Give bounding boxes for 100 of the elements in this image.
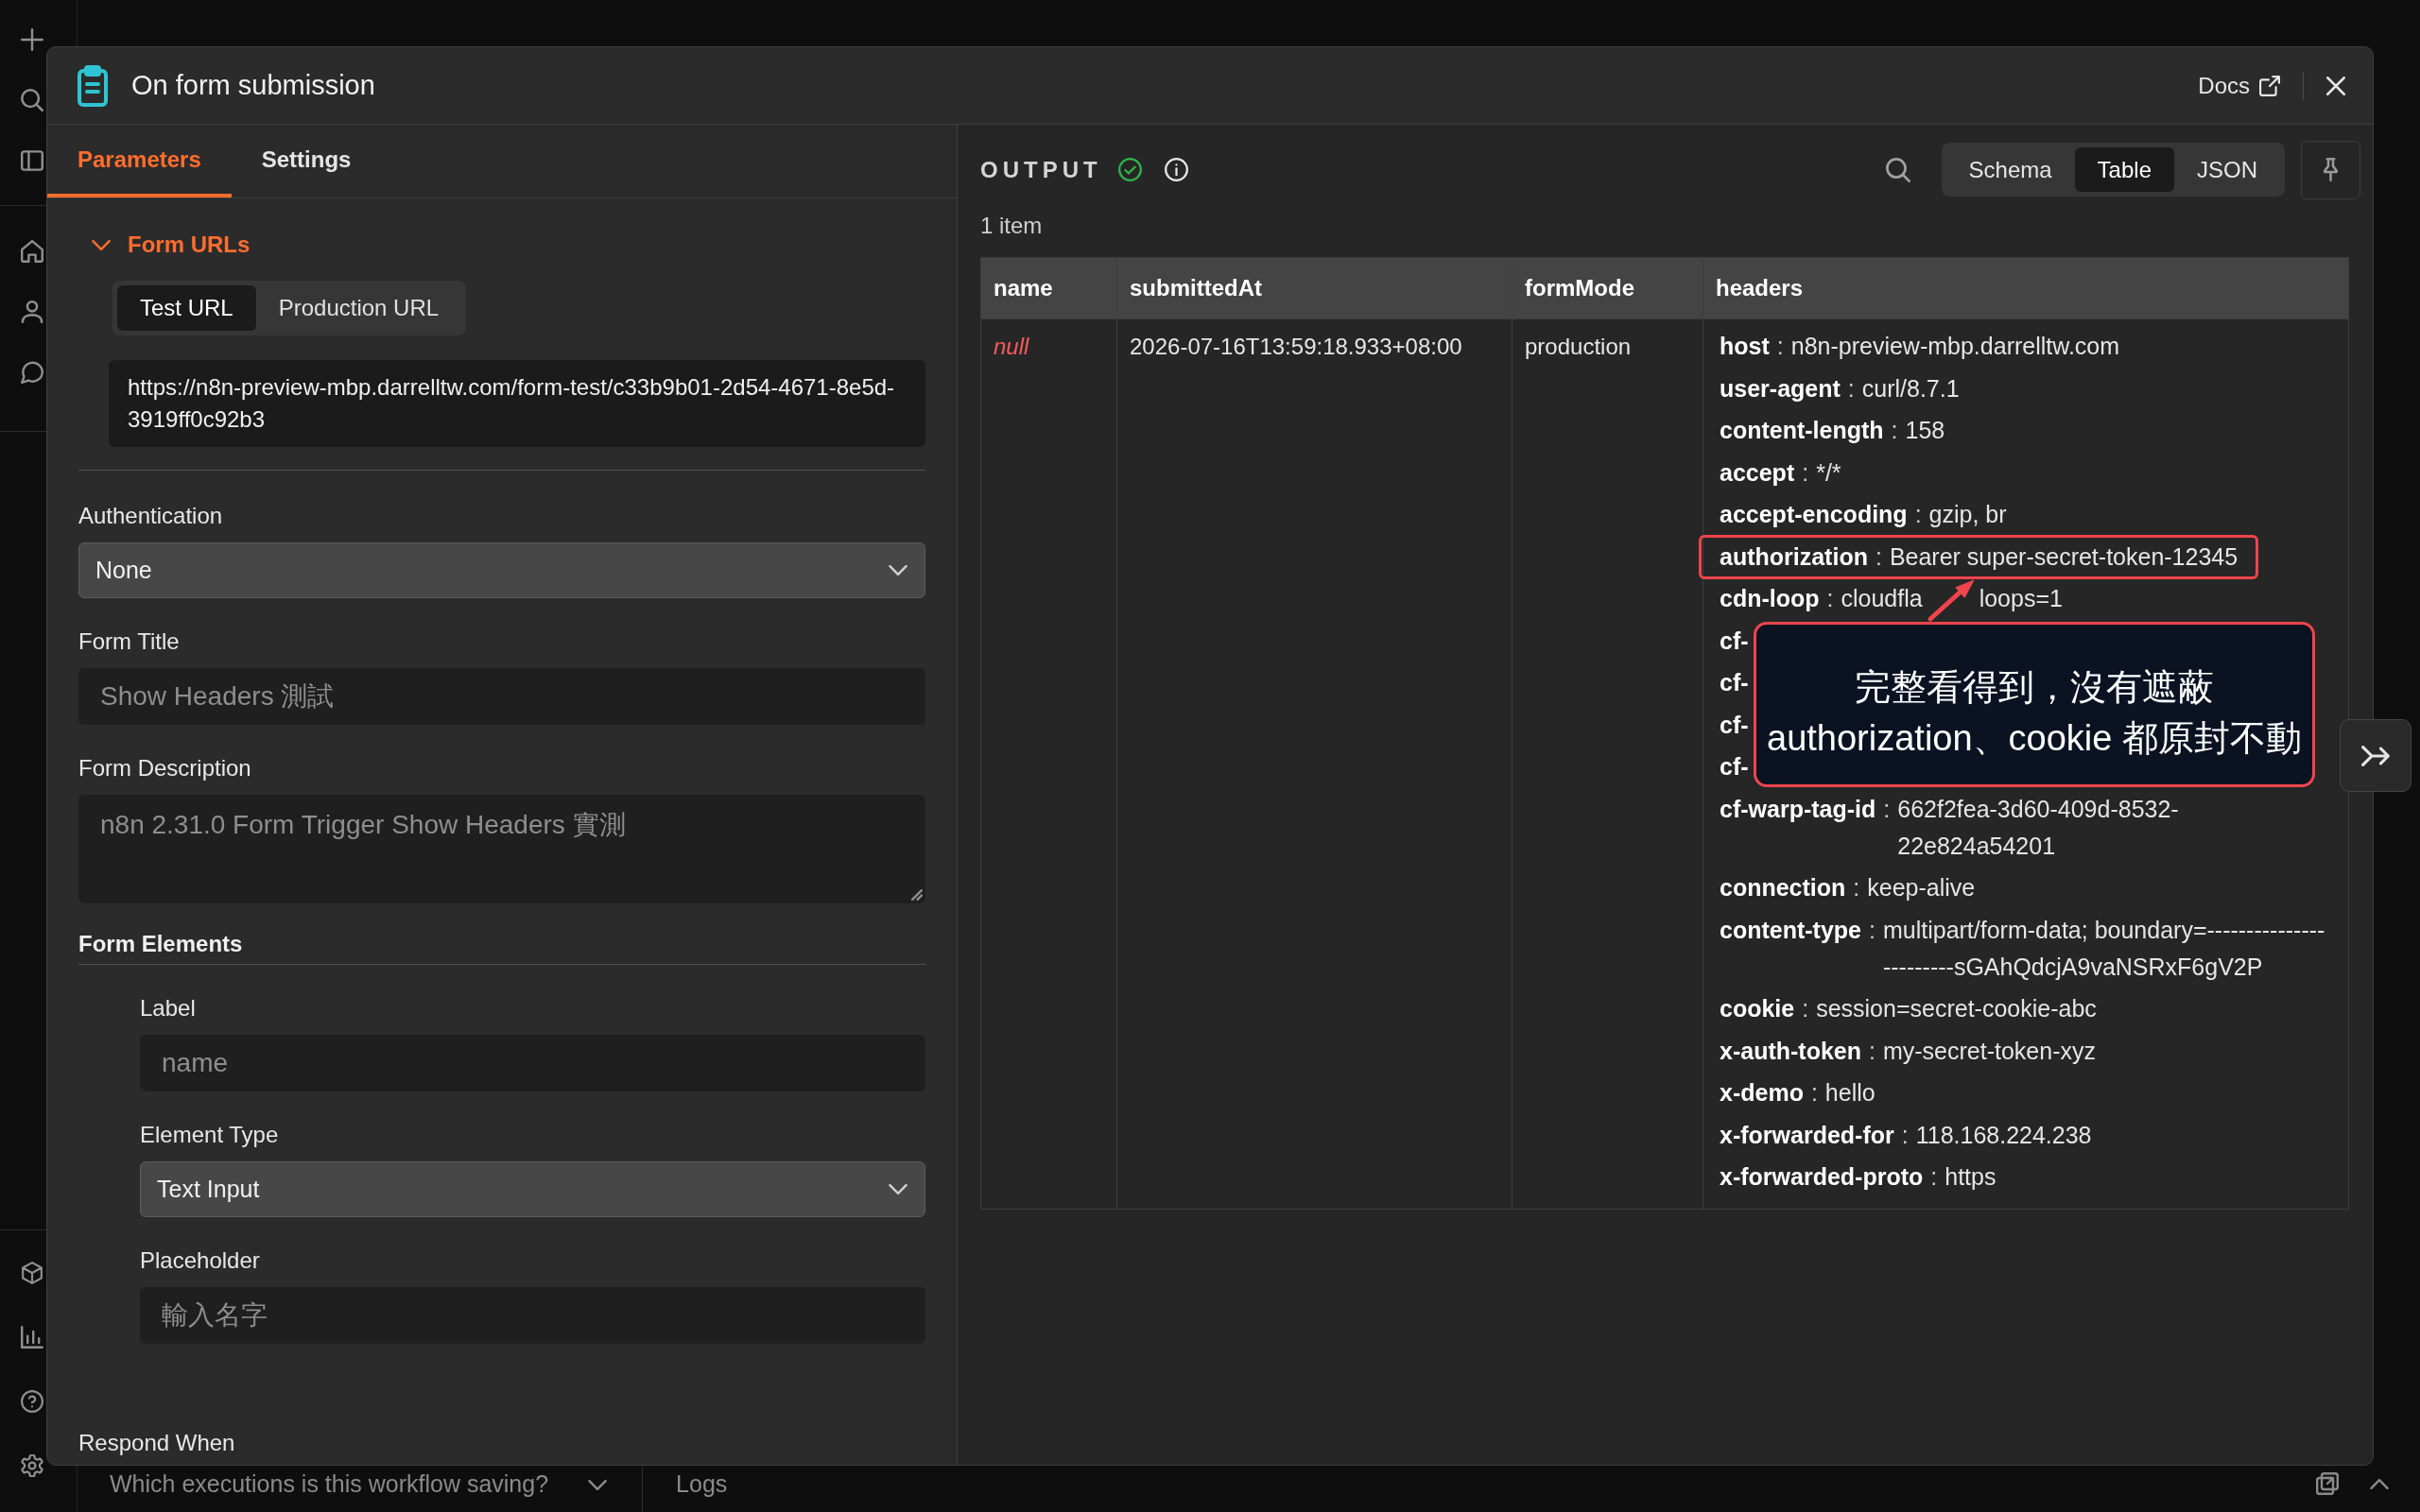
- text-field[interactable]: Show Headers 測試: [78, 668, 925, 725]
- clipboard-icon: [78, 64, 108, 107]
- bar-chart-icon[interactable]: [21, 1326, 43, 1349]
- header-value: 662f2fea-3d60-409d-8532-22e824a54201: [1897, 794, 2180, 861]
- url-tab[interactable]: Production URL: [255, 285, 462, 331]
- docs-link[interactable]: Docs: [2198, 68, 2280, 103]
- header-value: gzip, br: [1928, 500, 2007, 529]
- header-key: connection: [1720, 869, 1846, 906]
- caret-up-icon[interactable]: [2370, 1478, 2389, 1489]
- pin-icon: [2324, 158, 2338, 181]
- view-tab[interactable]: Table: [2074, 147, 2174, 192]
- field-label: Authentication: [78, 502, 224, 530]
- header-value: n8n-preview-mbp.darrelltw.com: [1790, 332, 2120, 361]
- url-tab[interactable]: Test URL: [117, 285, 256, 331]
- cube-icon[interactable]: [21, 1262, 43, 1284]
- header-value: cloudfla: [1841, 584, 1923, 613]
- help-icon[interactable]: [21, 1390, 43, 1413]
- chat-bubble-icon[interactable]: [21, 361, 43, 384]
- table-cell: 2026-07-16T13:59:18.933+08:00: [1117, 319, 1512, 1209]
- colon-separator: :: [1802, 457, 1809, 488]
- expand-panel-button[interactable]: [2340, 719, 2411, 792]
- header-key: cf-: [1720, 622, 1749, 660]
- column-header: name: [981, 258, 1117, 319]
- callout-text: 完整看得到，沒有遮蔽: [1855, 666, 2214, 710]
- colon-separator: :: [1776, 332, 1784, 361]
- header-value: https: [1945, 1162, 1996, 1192]
- url-field[interactable]: https://n8n-preview-mbp.darrelltw.com/form-test/c33b9b01-2d54-4671-8e5d-3919ff0c92b3: [109, 360, 925, 447]
- table-cell: production: [1512, 319, 1703, 1209]
- field-label: Element Type: [140, 1121, 280, 1149]
- header-key: accept: [1720, 454, 1795, 491]
- header-key: cf-warp-tag-id: [1720, 790, 1876, 828]
- info-icon[interactable]: [1164, 158, 1188, 181]
- colon-separator: :: [1914, 500, 1922, 529]
- executions-filter-dropdown[interactable]: Which executions is this workflow saving?: [78, 1467, 644, 1512]
- field-label: Form Description: [78, 754, 252, 782]
- close-icon[interactable]: [2326, 76, 2345, 95]
- pop-out-icon[interactable]: [2316, 1472, 2339, 1495]
- plus-icon[interactable]: [21, 28, 43, 51]
- section-toggle[interactable]: Form URLs: [78, 226, 251, 264]
- colon-separator: :: [1802, 994, 1809, 1023]
- logs-tab[interactable]: Logs: [643, 1467, 728, 1512]
- header-value: multipart/form-data; boundary=------------------------sGAhQdcjA9vaNSRxF6gV2P: [1882, 915, 2325, 982]
- view-tab[interactable]: Schema: [1945, 147, 2075, 192]
- colon-separator: :: [1875, 541, 1882, 572]
- colon-separator: :: [1869, 1036, 1876, 1066]
- search-icon[interactable]: [21, 89, 43, 112]
- textarea-field[interactable]: n8n 2.31.0 Form Trigger Show Headers 實測: [78, 795, 925, 903]
- field-label: Label: [140, 994, 197, 1022]
- colon-separator: :: [1826, 584, 1834, 613]
- settings-icon[interactable]: [21, 1454, 43, 1477]
- check-circle-icon: [1117, 158, 1142, 181]
- header-value: loops=1: [1979, 584, 2063, 613]
- header-key: x-auth-token: [1720, 1032, 1861, 1070]
- colon-separator: :: [1930, 1162, 1938, 1192]
- view-tab[interactable]: JSON: [2174, 147, 2280, 192]
- header-value: */*: [1816, 457, 1841, 488]
- column-header: formMode: [1512, 258, 1703, 319]
- header-key: cf-: [1720, 664, 1749, 701]
- header-value: session=secret-cookie-abc: [1816, 994, 2097, 1023]
- header-key: cdn-loop: [1720, 580, 1820, 617]
- header-value: curl/8.7.1: [1861, 373, 1960, 404]
- colon-separator: :: [1883, 794, 1891, 824]
- pin-button[interactable]: [2301, 140, 2360, 199]
- text-field[interactable]: 輸入名字: [140, 1287, 925, 1344]
- section-heading: Form Elements: [78, 930, 244, 958]
- header-key: authorization: [1720, 538, 1868, 576]
- chevron-down-icon: [889, 565, 908, 576]
- search-icon[interactable]: [1885, 157, 1910, 182]
- header-value: hello: [1824, 1078, 1876, 1108]
- callout-text: authorization、cookie 都原封不動: [1767, 717, 2302, 761]
- colon-separator: :: [1853, 873, 1860, 902]
- user-icon[interactable]: [21, 301, 43, 323]
- header-key: x-demo: [1720, 1074, 1804, 1111]
- colon-separator: :: [1891, 416, 1898, 445]
- colon-separator: :: [1901, 1120, 1909, 1150]
- chevron-down-icon: [588, 1480, 608, 1490]
- header-value: keep-alive: [1867, 873, 1976, 902]
- header-key: content-type: [1720, 911, 1861, 949]
- select-field[interactable]: None: [78, 542, 925, 598]
- tab[interactable]: Settings: [231, 125, 382, 198]
- field-label: Respond When: [78, 1429, 236, 1457]
- resize-handle-icon[interactable]: [911, 889, 923, 901]
- header-value: Bearer super-secret-token-12345: [1889, 541, 2238, 572]
- tab[interactable]: Parameters: [47, 125, 232, 198]
- home-icon[interactable]: [21, 240, 43, 263]
- header-key: x-forwarded-proto: [1720, 1159, 1924, 1195]
- field-label: Placeholder: [140, 1246, 261, 1275]
- column-header: headers: [1703, 258, 2348, 319]
- table-cell: null: [981, 319, 1117, 1209]
- header-value: 118.168.224.238: [1915, 1120, 2092, 1150]
- header-value: 158: [1905, 416, 1945, 445]
- external-link-icon: [2259, 75, 2280, 96]
- column-header: submittedAt: [1117, 258, 1512, 319]
- text-field[interactable]: name: [140, 1035, 925, 1091]
- sidebar-panel-icon[interactable]: [21, 149, 43, 172]
- header-key: user-agent: [1720, 369, 1841, 407]
- chevron-arrow-right-icon: [2361, 745, 2390, 766]
- header-key: cf-: [1720, 748, 1749, 785]
- header-key: cookie: [1720, 990, 1795, 1027]
- select-field[interactable]: Text Input: [140, 1161, 925, 1217]
